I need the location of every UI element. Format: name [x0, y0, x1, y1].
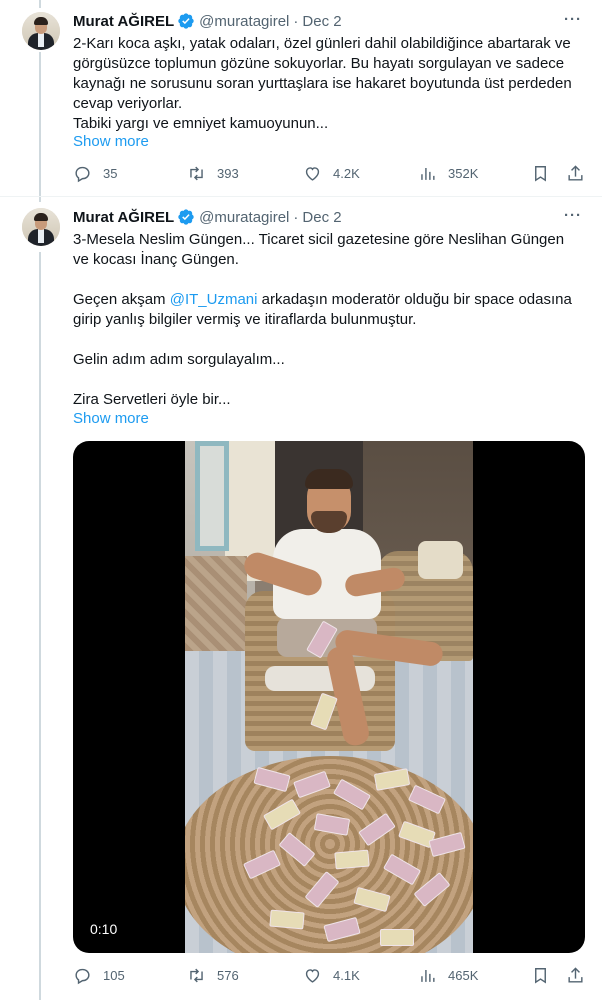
- text-segment: Geçen akşam: [73, 291, 170, 308]
- share-icon: [568, 165, 583, 181]
- bookmark-button[interactable]: [531, 164, 550, 183]
- text-line: girip yanlış bilgiler vermiş ve itirafla…: [73, 311, 417, 328]
- author-name[interactable]: Murat AĞIREL: [73, 13, 174, 30]
- mention-link[interactable]: @IT_Uzmani: [170, 291, 258, 308]
- verified-badge-icon: [177, 12, 195, 30]
- bookmark-button[interactable]: [531, 966, 550, 985]
- tweet-date[interactable]: Dec 2: [302, 209, 341, 226]
- text-line: 3-Mesela Neslim Güngen... Ticaret sicil …: [73, 231, 565, 248]
- like-count: 4.2K: [333, 166, 360, 181]
- views-icon: [421, 167, 435, 180]
- bookmark-icon: [535, 968, 546, 984]
- like-icon: [305, 969, 320, 983]
- repost-button[interactable]: 393: [187, 164, 239, 183]
- text-line: ve kocası İnanç Güngen.: [73, 251, 239, 268]
- video-timestamp: 0:10: [86, 919, 122, 939]
- tweet-text: 2-Karı koca aşkı, yatak odaları, özel gü…: [73, 34, 588, 134]
- tweet-actions: 35 393 4.2K 352K: [73, 164, 588, 186]
- tweet-text: 3-Mesela Neslim Güngen... Ticaret sicil …: [73, 230, 588, 270]
- verified-badge-icon: [177, 208, 195, 226]
- video-player[interactable]: 0:10: [73, 441, 585, 953]
- like-count: 4.1K: [333, 968, 360, 983]
- view-count: 352K: [448, 166, 479, 181]
- reply-count: 105: [103, 968, 125, 983]
- tweet-text-paragraph-2: Geçen akşam @IT_Uzmani arkadaşın moderat…: [73, 290, 588, 330]
- reply-count: 35: [103, 166, 118, 181]
- view-count: 465K: [448, 968, 479, 983]
- video-frame: [185, 441, 473, 953]
- like-button[interactable]: 4.1K: [303, 966, 360, 985]
- avatar[interactable]: [22, 208, 60, 246]
- text-line: Geçen akşam @IT_Uzmani arkadaşın moderat…: [73, 290, 588, 310]
- show-more-link[interactable]: Show more: [73, 133, 149, 150]
- text-line: Tabiki yargı ve emniyet kamuoyunun...: [73, 115, 329, 132]
- text-line: kaynağı ne sorusunu soran yurttaşlara is…: [73, 75, 572, 92]
- tweet-actions: 105 576 4.1K 465K: [73, 966, 588, 988]
- like-button[interactable]: 4.2K: [303, 164, 360, 183]
- reply-button[interactable]: 35: [73, 164, 117, 183]
- repost-icon: [190, 968, 203, 983]
- show-more-link[interactable]: Show more: [73, 410, 149, 427]
- share-button[interactable]: [566, 966, 585, 985]
- tweet-header: Murat AĞIREL @muratagirel · Dec 2 ···: [73, 11, 582, 31]
- views-icon: [421, 969, 435, 982]
- views-button[interactable]: 465K: [418, 966, 478, 985]
- text-line: cevap veriyorlar.: [73, 95, 183, 112]
- bookmark-icon: [535, 166, 546, 182]
- more-icon[interactable]: ···: [564, 207, 582, 224]
- text-line: 2-Karı koca aşkı, yatak odaları, özel gü…: [73, 35, 571, 52]
- share-icon: [568, 967, 583, 983]
- repost-button[interactable]: 576: [187, 966, 239, 985]
- author-handle[interactable]: @muratagirel: [199, 13, 289, 30]
- reply-icon: [75, 968, 90, 985]
- views-button[interactable]: 352K: [418, 164, 478, 183]
- share-button[interactable]: [566, 164, 585, 183]
- dot-separator: ·: [293, 208, 299, 226]
- like-icon: [305, 167, 320, 181]
- text-segment: arkadaşın moderatör olduğu bir space oda…: [257, 291, 572, 308]
- author-handle[interactable]: @muratagirel: [199, 209, 289, 226]
- repost-count: 393: [217, 166, 239, 181]
- text-line: görgüsüzce toplumun gözüne sokuyorlar. B…: [73, 55, 565, 72]
- reply-button[interactable]: 105: [73, 966, 125, 985]
- more-icon[interactable]: ···: [564, 11, 582, 28]
- text-line: Gelin adım adım sorgulayalım...: [73, 351, 285, 368]
- repost-count: 576: [217, 968, 239, 983]
- dot-separator: ·: [293, 12, 299, 30]
- tweet-text-paragraph-4: Zira Servetleri öyle bir...: [73, 390, 588, 410]
- text-line: Zira Servetleri öyle bir...: [73, 391, 231, 408]
- repost-icon: [190, 166, 203, 181]
- tweet-header: Murat AĞIREL @muratagirel · Dec 2 ···: [73, 207, 582, 227]
- avatar[interactable]: [22, 12, 60, 50]
- tweet-text-paragraph-3: Gelin adım adım sorgulayalım...: [73, 350, 588, 370]
- reply-icon: [75, 166, 90, 183]
- tweet-1[interactable]: Murat AĞIREL @muratagirel · Dec 2 ··· 2-…: [0, 0, 602, 196]
- tweet-date[interactable]: Dec 2: [302, 13, 341, 30]
- author-name[interactable]: Murat AĞIREL: [73, 209, 174, 226]
